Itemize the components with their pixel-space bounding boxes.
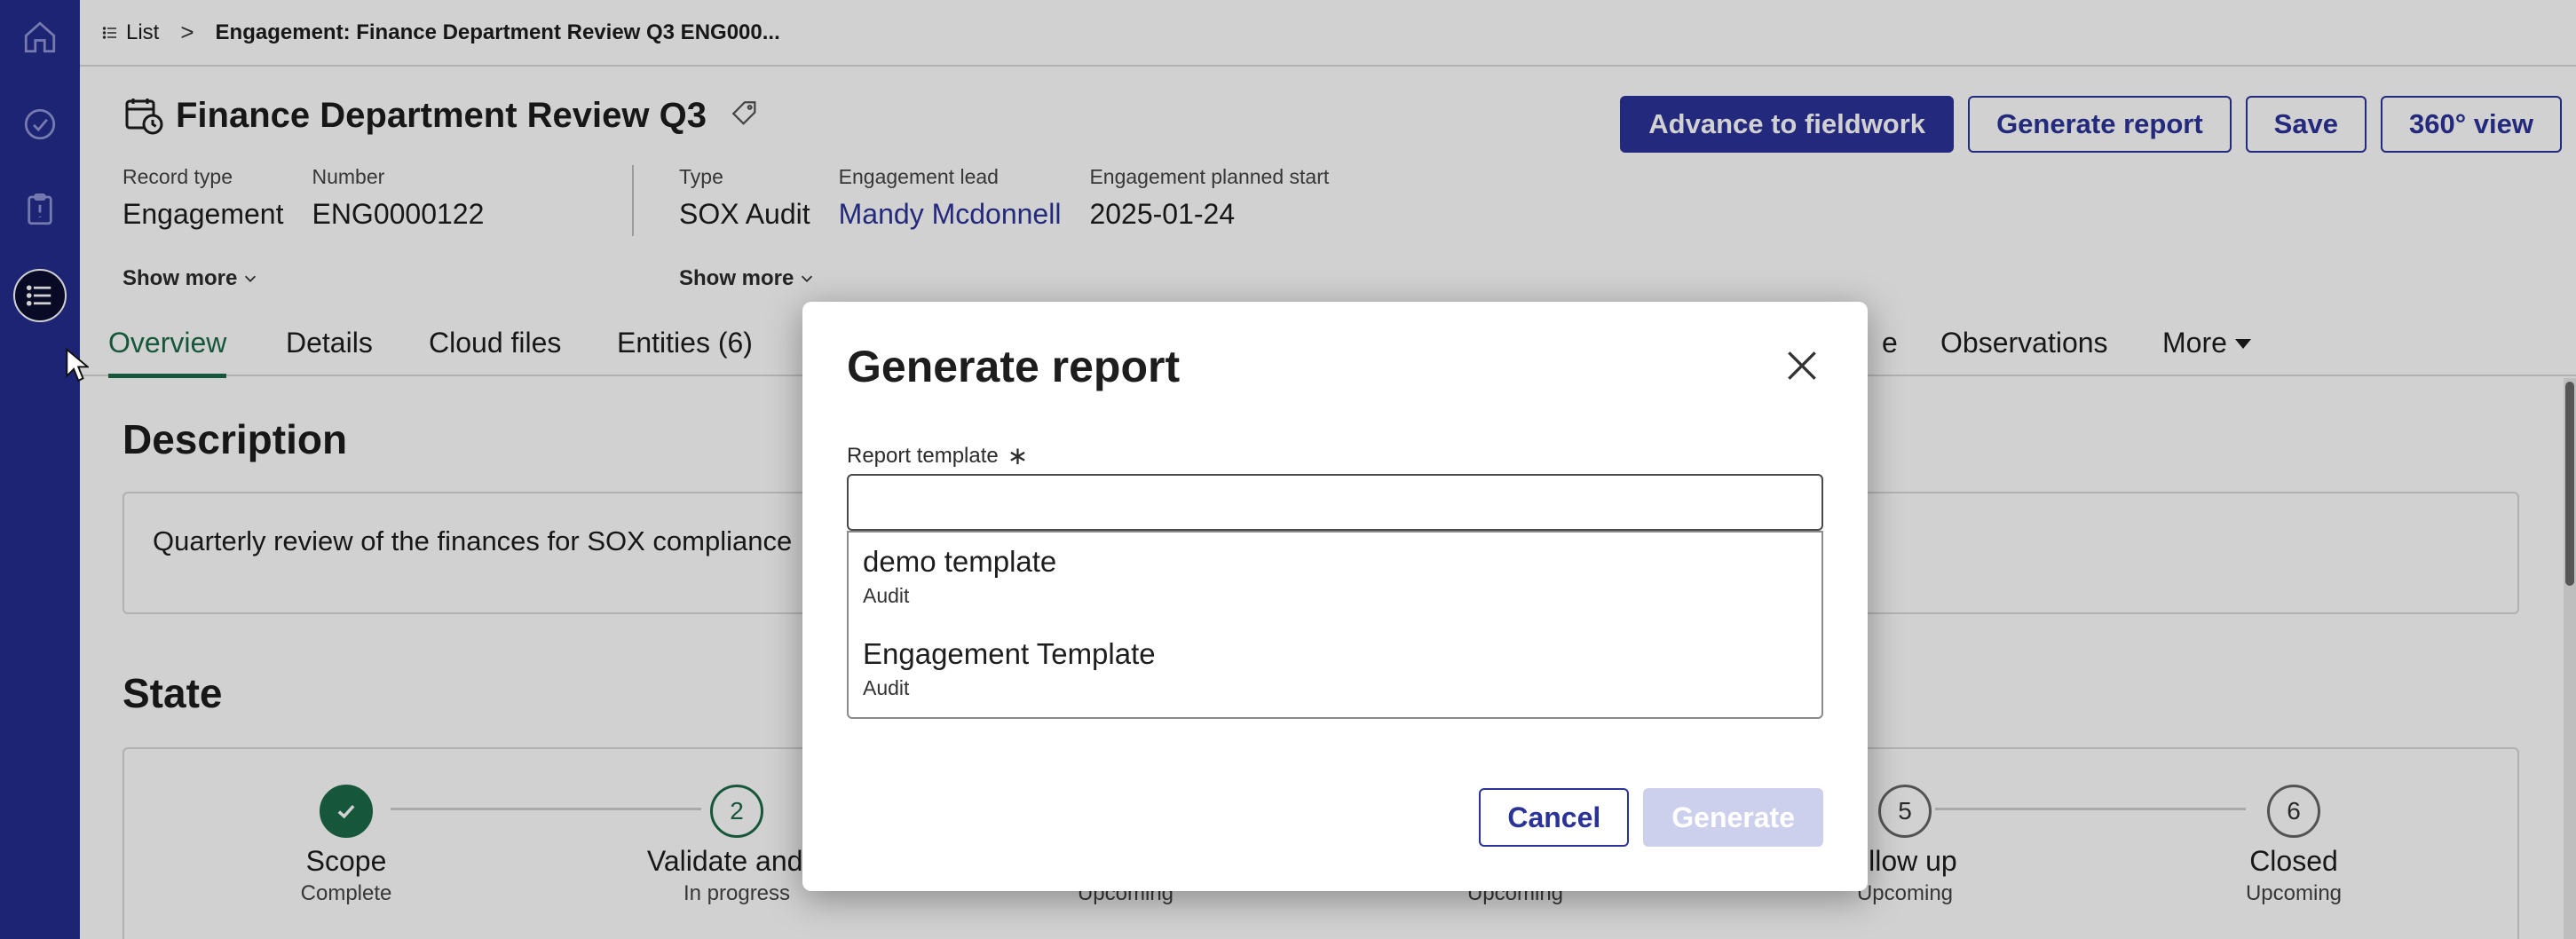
close-icon[interactable]: [1782, 346, 1821, 385]
cancel-button[interactable]: Cancel: [1479, 788, 1630, 847]
option-subtitle: Audit: [863, 584, 910, 607]
option-demo-template[interactable]: demo template Audit: [863, 545, 1056, 608]
generate-report-dialog: Generate report Report template ∗ demo t…: [802, 302, 1868, 891]
option-engagement-template[interactable]: Engagement Template Audit: [863, 637, 1156, 700]
generate-button[interactable]: Generate: [1643, 788, 1823, 847]
option-subtitle: Audit: [863, 676, 910, 699]
template-options-list: demo template Audit Engagement Template …: [847, 531, 1823, 719]
option-title: Engagement Template: [863, 637, 1156, 670]
mouse-cursor-icon: [66, 348, 89, 383]
report-template-label: Report template ∗: [847, 441, 1028, 470]
dialog-actions: Cancel Generate: [1479, 788, 1823, 847]
option-title: demo template: [863, 545, 1057, 578]
dialog-title: Generate report: [847, 342, 1181, 391]
required-indicator: ∗: [1007, 442, 1029, 470]
field-label-text: Report template: [847, 443, 999, 468]
report-template-input[interactable]: [847, 474, 1823, 531]
